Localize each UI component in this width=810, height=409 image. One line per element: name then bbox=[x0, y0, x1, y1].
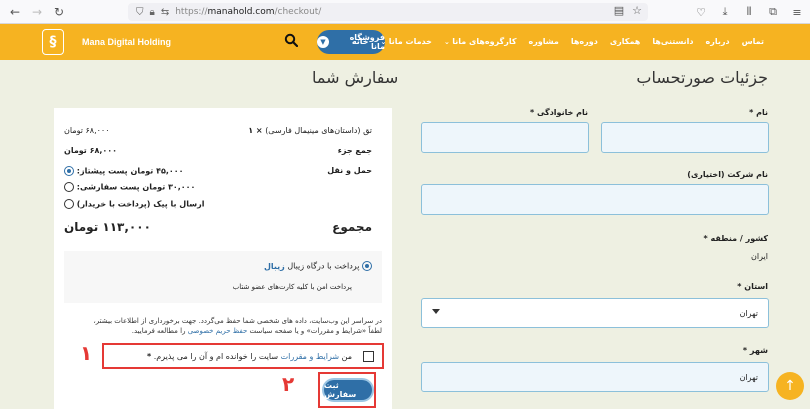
forward-icon[interactable]: → bbox=[26, 2, 48, 22]
privacy-notice: در سراسر این وب‌سایت، داده های شخصی شما … bbox=[93, 317, 383, 335]
menu-item-home[interactable]: خانه bbox=[352, 37, 369, 46]
payment-option-zibal[interactable]: پرداخت با درگاه زیبال زیبال bbox=[264, 261, 372, 271]
place-order-button[interactable]: ثبت سفارش bbox=[324, 380, 372, 400]
order-item-price: ۶۸,۰۰۰ تومان bbox=[64, 126, 110, 135]
shield-icon: ⛉ bbox=[136, 6, 144, 18]
chevron-down-icon: ▼ bbox=[317, 36, 329, 48]
first-name-input[interactable] bbox=[601, 122, 769, 153]
country-value: ایران bbox=[751, 252, 768, 261]
last-name-label: نام خانوادگی * bbox=[529, 108, 588, 117]
radio-express[interactable] bbox=[64, 166, 74, 176]
shipping-option-express[interactable]: ۴۵,۰۰۰ تومان پست پیشتاز: bbox=[64, 166, 184, 176]
total-value: ۱۱۳,۰۰۰ تومان bbox=[64, 220, 151, 234]
privacy-policy-link[interactable]: حفظ حریم خصوصی bbox=[188, 327, 248, 335]
state-select[interactable]: تهران bbox=[421, 298, 769, 328]
subtotal-label: جمع جزء bbox=[337, 146, 372, 155]
annotation-two: ۲ bbox=[282, 372, 295, 396]
country-label: کشور / منطقه * bbox=[703, 234, 768, 243]
menu-item-courses[interactable]: دوره‌ها bbox=[571, 37, 598, 46]
menu-item-contact[interactable]: تماس bbox=[742, 37, 764, 46]
site-logo[interactable]: § bbox=[42, 29, 64, 55]
radio-courier[interactable] bbox=[64, 199, 74, 209]
lock-icon: 🔒︎ bbox=[149, 6, 155, 18]
state-select-value: تهران bbox=[739, 308, 758, 318]
permissions-icon: ⇆ bbox=[160, 6, 170, 18]
state-label: استان * bbox=[737, 282, 768, 291]
shipping-label: حمل و نقل bbox=[327, 166, 372, 175]
menu-item-about[interactable]: درباره bbox=[706, 37, 730, 46]
reader-view-icon[interactable]: ▤ bbox=[614, 4, 624, 17]
order-title: سفارش شما bbox=[312, 68, 399, 87]
radio-registered[interactable] bbox=[64, 182, 74, 192]
menu-item-knowledge[interactable]: دانستنی‌ها bbox=[652, 37, 693, 46]
arrow-up-icon: ↑ bbox=[784, 378, 796, 394]
terms-link[interactable]: شرایط و مقررات bbox=[281, 352, 339, 361]
scroll-to-top-button[interactable]: ↑ bbox=[776, 372, 804, 400]
menu-item-cooperation[interactable]: همکاری bbox=[610, 37, 641, 46]
payment-description: پرداخت امن با کلیه کارت‌های عضو شتاب bbox=[232, 283, 352, 291]
subtotal-value: ۶۸,۰۰۰ تومان bbox=[64, 146, 118, 155]
bookmark-star-icon[interactable]: ☆ bbox=[632, 4, 642, 17]
submit-highlight-box: ثبت سفارش bbox=[318, 372, 376, 408]
first-name-label: نام * bbox=[749, 108, 768, 117]
annotation-one: ۱ bbox=[80, 341, 93, 365]
menu-item-workgroups[interactable]: کارگروه‌های مانا bbox=[444, 37, 516, 46]
browser-toolbar: ← → ↻ ⛉ 🔒︎ ⇆ https://manahold.com/checko… bbox=[0, 0, 810, 24]
extensions-icon[interactable]: ⧉ bbox=[764, 3, 782, 21]
payment-method-box: پرداخت با درگاه زیبال زیبال پرداخت امن ب… bbox=[64, 251, 382, 303]
order-summary-panel: تق (داستان‌های مینیمال فارسی) × ۱ ۶۸,۰۰۰… bbox=[54, 108, 392, 409]
order-item-name: تق (داستان‌های مینیمال فارسی) × ۱ bbox=[248, 126, 372, 135]
url-host: manahold.com bbox=[207, 7, 275, 17]
radio-zibal[interactable] bbox=[362, 261, 372, 271]
address-bar[interactable]: ⛉ 🔒︎ ⇆ https://manahold.com/checkout/ ▤ … bbox=[128, 3, 648, 21]
back-icon[interactable]: ← bbox=[4, 2, 26, 22]
terms-checkbox[interactable] bbox=[363, 351, 374, 362]
menu-item-services[interactable]: خدمات مانا bbox=[380, 37, 432, 46]
pocket-icon[interactable]: ♡ bbox=[692, 3, 710, 21]
city-input-value: تهران bbox=[739, 372, 758, 382]
menu-icon[interactable]: ≡ bbox=[788, 3, 806, 21]
last-name-input[interactable] bbox=[421, 122, 589, 153]
menu-item-consulting[interactable]: مشاوره bbox=[528, 37, 558, 46]
reload-icon[interactable]: ↻ bbox=[48, 2, 70, 22]
billing-title: جزئیات صورتحساب bbox=[636, 68, 768, 87]
site-header: § Mana Digital Holding فروشگاه مانا ▼ خا… bbox=[0, 24, 810, 60]
city-input[interactable]: تهران bbox=[421, 362, 769, 392]
company-input[interactable] bbox=[421, 184, 769, 215]
downloads-icon[interactable]: ⤓ bbox=[716, 3, 734, 21]
url-path: /checkout/ bbox=[274, 7, 322, 17]
library-icon[interactable]: ⫴ bbox=[740, 3, 758, 21]
terms-text: من شرایط و مقررات سایت را خوانده ام و آن… bbox=[147, 352, 352, 361]
zibal-logo: زیبال bbox=[263, 261, 285, 271]
caret-down-icon bbox=[432, 309, 440, 314]
main-menu: خانه خدمات مانا کارگروه‌های مانا مشاوره … bbox=[352, 37, 764, 46]
city-label: شهر * bbox=[742, 346, 768, 355]
search-icon[interactable] bbox=[284, 33, 298, 47]
company-label: نام شرکت (اختیاری) bbox=[687, 170, 768, 179]
url-scheme: https:// bbox=[175, 7, 208, 17]
shipping-option-registered[interactable]: ۳۰,۰۰۰ تومان پست سفارشی: bbox=[64, 182, 195, 192]
terms-highlight-box: من شرایط و مقررات سایت را خوانده ام و آن… bbox=[102, 343, 384, 369]
brand-name[interactable]: Mana Digital Holding bbox=[82, 37, 171, 47]
total-label: مجموع bbox=[332, 220, 372, 234]
shipping-option-courier[interactable]: ارسال با پیک (پرداخت با خریدار) bbox=[64, 199, 204, 209]
